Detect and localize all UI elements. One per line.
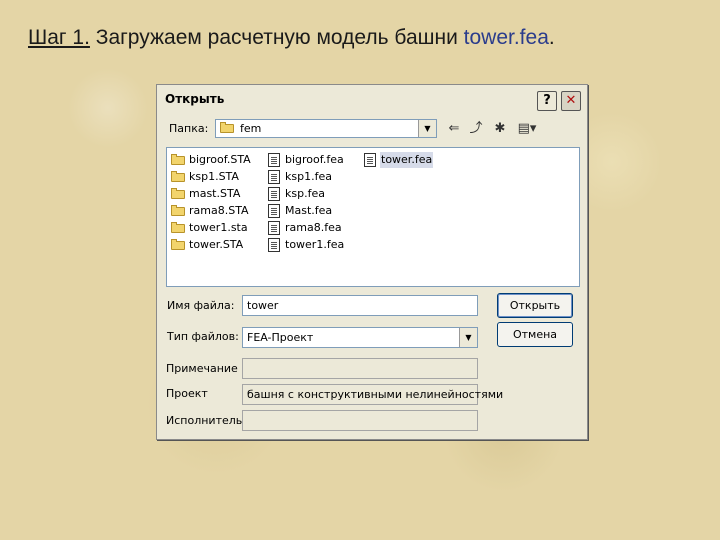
file-list[interactable]: bigroof.STA ksp1.STA mast.STA rama8.STA towe… <box>166 147 580 287</box>
filename-label: Имя файла: <box>167 299 235 312</box>
document-icon <box>268 187 280 201</box>
file-name: mast.STA <box>189 187 241 200</box>
open-dialog: Открыть ? ✕ Папка: fem ▼ ⇐ ⤴ ✱ ▤▾ bigroo… <box>156 84 588 440</box>
project-label: Проект <box>166 387 208 400</box>
chevron-down-icon[interactable]: ▼ <box>418 120 436 137</box>
file-name: Mast.fea <box>285 204 333 217</box>
folder-icon <box>171 154 185 165</box>
document-icon <box>268 204 280 218</box>
file-name: bigroof.STA <box>189 153 251 166</box>
folder-icon <box>171 171 185 182</box>
file-name: bigroof.fea <box>285 153 344 166</box>
view-menu-icon[interactable]: ▤▾ <box>515 120 539 138</box>
document-icon <box>268 238 280 252</box>
file-name: rama8.STA <box>189 204 249 217</box>
document-icon <box>268 221 280 235</box>
filename-value: tower <box>247 299 279 312</box>
filetype-select[interactable]: FEA-Проект ▼ <box>242 327 478 348</box>
step-period: . <box>548 26 555 49</box>
document-icon <box>268 170 280 184</box>
step-filename: tower.fea <box>463 26 549 49</box>
file-name: tower1.fea <box>285 238 345 251</box>
filename-input[interactable]: tower <box>242 295 478 316</box>
close-button[interactable]: ✕ <box>561 91 581 111</box>
step-label: Шаг 1. <box>28 26 90 49</box>
folder-label: Папка: <box>169 122 209 135</box>
folder-icon <box>171 188 185 199</box>
open-button[interactable]: Открыть <box>497 293 573 318</box>
chevron-down-icon[interactable]: ▼ <box>459 328 477 347</box>
project-value: башня с конструктивными нелинейностями <box>247 388 504 401</box>
folder-combo[interactable]: fem ▼ <box>215 119 437 138</box>
file-name: tower1.sta <box>189 221 248 234</box>
folder-icon <box>171 239 185 250</box>
file-name: ksp.fea <box>285 187 325 200</box>
file-name: tower.STA <box>189 238 244 251</box>
new-folder-icon[interactable]: ✱ <box>491 120 509 138</box>
note-field[interactable] <box>242 358 478 379</box>
dialog-titlebar[interactable]: Открыть ? ✕ <box>161 90 583 112</box>
file-name: ksp1.STA <box>189 170 239 183</box>
document-icon <box>268 153 280 167</box>
note-label: Примечание <box>166 362 238 375</box>
dialog-title: Открыть <box>165 92 225 106</box>
file-name: tower.fea <box>380 152 434 168</box>
author-label: Исполнитель <box>166 414 243 427</box>
step-text: Загружаем расчетную модель башни <box>89 26 464 49</box>
document-icon <box>364 153 376 167</box>
folder-icon <box>220 122 234 133</box>
folder-icon <box>171 222 185 233</box>
file-name: rama8.fea <box>285 221 342 234</box>
slide-heading: Шаг 1. Загружаем расчетную модель башни … <box>28 26 555 50</box>
up-folder-icon[interactable]: ⤴ <box>467 120 485 138</box>
filetype-label: Тип файлов: <box>167 330 239 343</box>
filetype-value: FEA-Проект <box>247 331 314 344</box>
back-arrow-icon[interactable]: ⇐ <box>445 120 463 138</box>
help-button[interactable]: ? <box>537 91 557 111</box>
project-field[interactable]: башня с конструктивными нелинейностями <box>242 384 503 405</box>
folder-value: fem <box>240 122 262 135</box>
file-name: ksp1.fea <box>285 170 332 183</box>
cancel-button[interactable]: Отмена <box>497 322 573 347</box>
author-field[interactable] <box>242 410 478 431</box>
folder-icon <box>171 205 185 216</box>
